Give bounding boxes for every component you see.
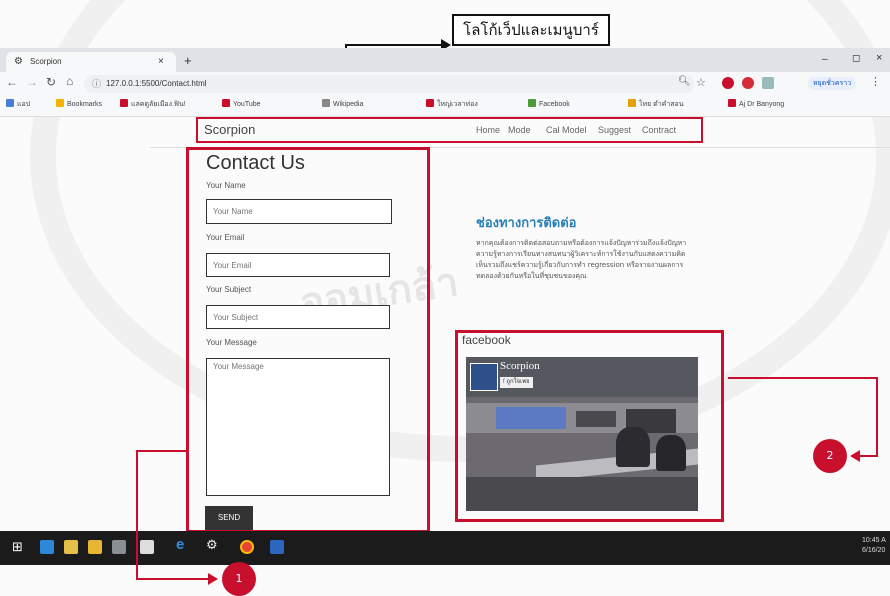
like-page-button[interactable]: f ถูกใจเพจ [500, 377, 533, 388]
extension-icon[interactable] [762, 77, 774, 89]
facebook-title: facebook [462, 333, 511, 347]
reload-icon[interactable]: ↻ [46, 75, 56, 89]
arrow-head [850, 450, 860, 462]
close-window-icon[interactable]: × [876, 52, 882, 64]
extension-icon[interactable] [742, 77, 754, 89]
bookmark-item[interactable]: ใหญ่เวลาท่อง [426, 99, 478, 110]
facebook-page-plugin[interactable]: Scorpion f ถูกใจเพจ [466, 357, 698, 511]
menu-icon[interactable]: ⋮ [870, 75, 881, 88]
subject-input[interactable] [206, 305, 390, 329]
settings-gear-icon[interactable]: ⚙ [206, 537, 218, 553]
maximize-icon[interactable]: ◻ [852, 53, 860, 64]
minimize-icon[interactable]: – [822, 54, 828, 65]
bookmarks-bar: แอป Bookmarks แลคดูลัยเมือง.ฟิน! YouTube… [0, 96, 890, 117]
tab-title: Scorpion [30, 57, 62, 66]
email-input[interactable] [206, 253, 390, 277]
send-button[interactable]: SEND [205, 506, 253, 530]
message-input[interactable] [206, 358, 390, 496]
site-logo[interactable]: Scorpion [204, 122, 255, 137]
contact-title: Contact Us [206, 152, 305, 174]
nav-home[interactable]: Home [476, 125, 500, 135]
facebook-page-name[interactable]: Scorpion [500, 360, 540, 372]
star-icon [56, 99, 64, 107]
callout-1-line [136, 450, 186, 452]
bookmark-item[interactable]: YouTube [222, 99, 261, 108]
home-icon[interactable]: ⌂ [66, 74, 73, 88]
annotation-label: โลโก้เว็ปและเมนูบาร์ [452, 14, 610, 46]
nav-suggest[interactable]: Suggest [598, 125, 631, 135]
folder-icon [628, 99, 636, 107]
page-favicon-icon: ⚙ [14, 56, 23, 67]
star-icon[interactable]: ☆ [696, 76, 706, 89]
wiki-icon [322, 99, 330, 107]
annotation-leader [345, 44, 445, 46]
mail-icon[interactable] [140, 540, 154, 554]
extension-icon[interactable] [722, 77, 734, 89]
back-icon[interactable]: ← [6, 75, 18, 89]
bookmark-item[interactable]: แอป [6, 99, 30, 110]
nav-contract[interactable]: Contract [642, 125, 676, 135]
arrow-head [208, 573, 218, 585]
name-label: Your Name [206, 181, 246, 190]
clock-time: 10:45 A [862, 537, 886, 544]
forward-icon[interactable]: → [26, 75, 38, 89]
channel-body: หากคุณต้องการติดต่อสอบถามหรือต้องการแจ้ง… [476, 239, 687, 280]
callout-2-line [858, 455, 878, 457]
cover-photo [466, 397, 698, 511]
search-icon[interactable]: 🔍︎ [678, 76, 691, 87]
apps-icon [6, 99, 14, 107]
callout-2: 2 [813, 439, 847, 473]
url-text: 127.0.0.1:5500/Contact.html [106, 79, 207, 88]
bookmark-item[interactable]: Bookmarks [56, 99, 102, 108]
callout-2-line [728, 377, 878, 379]
bookmark-item[interactable]: Aj Dr Banyong [728, 99, 784, 108]
profile-button[interactable]: หยุดชั่วคราว [808, 77, 856, 90]
browser-tab[interactable]: ⚙ Scorpion × [6, 52, 176, 72]
subject-label: Your Subject [206, 285, 252, 294]
page-avatar[interactable] [470, 363, 498, 391]
word-icon[interactable] [270, 540, 284, 554]
taskbar [0, 531, 890, 565]
callout-1-line [136, 450, 138, 580]
bookmark-item[interactable]: แลคดูลัยเมือง.ฟิน! [120, 99, 186, 110]
message-label: Your Message [206, 338, 257, 347]
name-input[interactable] [206, 199, 392, 224]
clock-date: 6/16/20 [862, 547, 886, 554]
bookmark-icon [728, 99, 736, 107]
clock[interactable]: 10:45 A 6/16/20 [862, 536, 886, 556]
channel-heading: ช่องทางการติดต่อ [476, 216, 577, 231]
nav-mode[interactable]: Mode [508, 125, 531, 135]
edge-icon[interactable]: e [176, 536, 184, 553]
bookmark-item[interactable]: Facebook [528, 99, 570, 108]
youtube-icon [222, 99, 230, 107]
nav-cal-model[interactable]: Cal Model [546, 125, 587, 135]
bookmark-item[interactable]: ไทย ตำคำสอน [628, 99, 684, 110]
callout-1: 1 [222, 562, 256, 596]
email-label: Your Email [206, 233, 245, 242]
callout-1-line [136, 578, 210, 580]
windows-start-icon[interactable]: ⊞ [12, 539, 23, 555]
chrome-icon[interactable] [240, 540, 254, 554]
facebook-icon [528, 99, 536, 107]
youtube-icon [120, 99, 128, 107]
folder-icon[interactable] [88, 540, 102, 554]
store-icon[interactable] [112, 540, 126, 554]
bookmark-item[interactable]: Wikipedia [322, 99, 363, 108]
youtube-icon [426, 99, 434, 107]
vscode-icon[interactable] [40, 540, 54, 554]
facebook-f-icon: f [503, 379, 505, 385]
tab-close-icon[interactable]: × [158, 52, 164, 72]
info-icon[interactable]: ⓘ [92, 77, 101, 90]
new-tab-button[interactable]: + [184, 52, 192, 70]
file-explorer-icon[interactable] [64, 540, 78, 554]
callout-2-line [876, 377, 878, 457]
address-bar[interactable]: ⓘ 127.0.0.1:5500/Contact.html [84, 75, 694, 93]
